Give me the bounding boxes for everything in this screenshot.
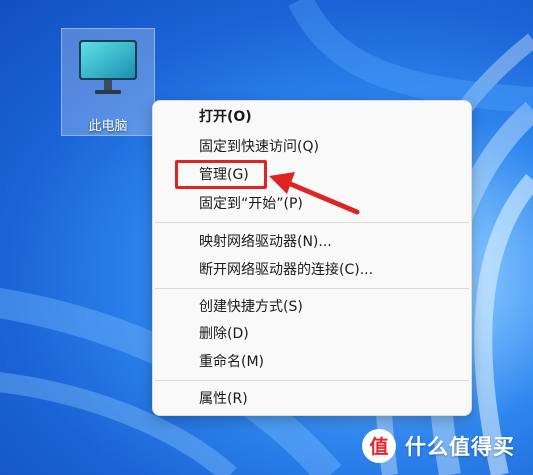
red-arrow-icon — [269, 172, 360, 215]
menu-separator — [155, 380, 469, 381]
desktop-icon-label: 此电脑 — [88, 119, 128, 134]
menu-separator — [155, 288, 469, 289]
menu-item-delete[interactable]: 删除(D) — [199, 320, 249, 348]
menu-item-rename[interactable]: 重命名(M) — [199, 348, 264, 376]
menu-item-properties[interactable]: 属性(R) — [199, 385, 248, 413]
computer-icon — [79, 40, 137, 94]
watermark-text: 什么值得买 — [405, 435, 515, 459]
smzdm-logo-icon: 值 — [362, 429, 396, 463]
menu-item-create-shortcut[interactable]: 创建快捷方式(S) — [199, 293, 303, 321]
menu-item-open[interactable]: 打开(O) — [199, 103, 252, 131]
desktop: 此电脑 打开(O) 固定到快速访问(Q) 管理(G) 固定到“开始”(P) 映射… — [0, 0, 533, 475]
menu-item-map-network-drive[interactable]: 映射网络驱动器(N)... — [199, 228, 332, 256]
svg-text:值: 值 — [369, 435, 388, 458]
desktop-icon-this-pc[interactable]: 此电脑 — [61, 28, 155, 136]
manage-highlight-box — [175, 160, 267, 189]
menu-separator — [155, 222, 469, 223]
menu-item-pin-quick-access[interactable]: 固定到快速访问(Q) — [199, 133, 319, 161]
context-menu: 打开(O) 固定到快速访问(Q) 管理(G) 固定到“开始”(P) 映射网络驱动… — [152, 100, 472, 416]
watermark: 值 什么值得买 — [361, 428, 515, 464]
menu-item-disconnect-network-drive[interactable]: 断开网络驱动器的连接(C)... — [199, 256, 373, 284]
